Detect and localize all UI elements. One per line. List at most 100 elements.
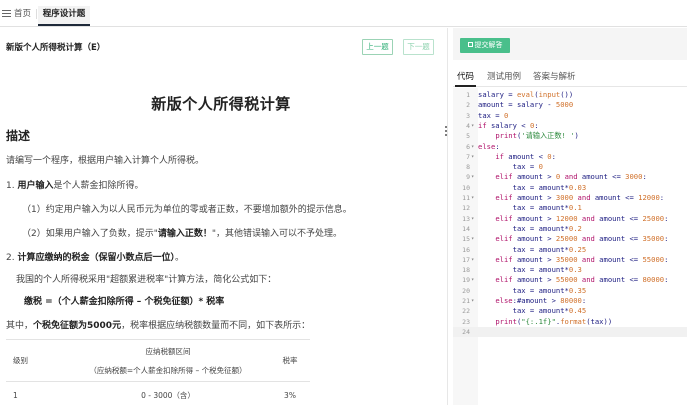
fold-arrow-icon[interactable]: ▾ <box>471 172 474 182</box>
top-tab-bar: 首页 程序设计题 <box>0 0 687 27</box>
code-text: tax = 0 <box>478 162 543 172</box>
range-subtitle: （应纳税额=个人薪金扣除所得 – 个税免征额） <box>89 365 247 375</box>
code-line[interactable]: 2 amount = salary - 5000 <box>453 100 687 110</box>
code-line[interactable]: 18 tax = amount*0.3 <box>453 265 687 275</box>
code-text: tax = amount*0.1 <box>478 203 582 213</box>
fold-arrow-icon[interactable]: ▾ <box>471 193 474 203</box>
menu-icon[interactable] <box>2 10 11 17</box>
code-text: tax = amount*0.3 <box>478 265 582 275</box>
code-line[interactable]: 15 ▾ elif amount > 25000 and amount <= 35… <box>453 234 687 244</box>
cell-level: 1 <box>6 381 66 405</box>
code-line[interactable]: 21 ▾ else:#amount > 80000: <box>453 296 687 306</box>
code-line[interactable]: 10 tax = amount*0.03 <box>453 183 687 193</box>
item-number: 1. <box>6 181 18 191</box>
rule-1-text: （1）约定用户输入为以人民币元为单位的零或者正数，不要增加额外的提示信息。 <box>22 205 352 215</box>
prev-question-button[interactable]: 上一题 <box>362 39 393 55</box>
formula-intro: 我国的个人所得税采用"超额累进税率"计算方法，简化公式如下： <box>16 275 277 285</box>
tax-formula: 缴税 =（个人薪金扣除所得 – 个税免征额）* 税率 <box>24 297 225 307</box>
code-line[interactable]: 16 tax = amount*0.25 <box>453 245 687 255</box>
tax-rate-table: 级别 应纳税额区间 （应纳税额=个人薪金扣除所得 – 个税免征额） 税率 1 0… <box>6 339 310 405</box>
tab-programming[interactable]: 程序设计题 <box>38 6 90 26</box>
fold-arrow-icon[interactable]: ▾ <box>471 275 474 285</box>
code-text: tax = amount*0.35 <box>478 285 587 295</box>
tab-test-cases[interactable]: 测试用例 <box>487 70 521 82</box>
item-bold: 用户输入 <box>17 181 54 191</box>
fold-arrow-icon[interactable]: ▾ <box>471 142 474 152</box>
tab-answer-analysis[interactable]: 答案与解析 <box>533 70 576 82</box>
code-line[interactable]: 9 ▾ elif amount > 0 and amount <= 3000: <box>453 172 687 182</box>
range-title: 应纳税额区间 <box>145 346 191 356</box>
code-line[interactable]: 19 ▾ elif amount > 55000 and amount <= 80… <box>453 275 687 285</box>
cell-range: 0 - 3000（含） <box>66 381 270 405</box>
line-number: 8 <box>466 163 470 172</box>
code-line[interactable]: 7 ▾ if amount < 0: <box>453 152 687 162</box>
item-text: 。 <box>174 253 184 263</box>
line-number: 3 <box>466 111 470 120</box>
description-text: 请编写一个程序，根据用户输入计算个人所得税。 <box>6 156 205 166</box>
line-number: 20 <box>462 286 470 295</box>
code-line[interactable]: 8 tax = 0 <box>453 162 687 172</box>
fold-arrow-icon[interactable]: ▾ <box>471 152 474 162</box>
table-header-level: 级别 <box>6 339 66 382</box>
exemption-bold: 个税免征额为5000元 <box>33 321 122 331</box>
code-text: else: <box>478 141 500 151</box>
code-line[interactable]: 5 print('请输入正数! ') <box>453 131 687 141</box>
table-header-range: 应纳税额区间 （应纳税额=个人薪金扣除所得 – 个税免征额） <box>66 339 270 382</box>
fold-arrow-icon[interactable]: ▾ <box>471 214 474 224</box>
code-text: elif amount > 35000 and amount <= 55000: <box>495 254 669 264</box>
line-number: 13 <box>462 214 470 223</box>
code-line[interactable]: 3 tax = 0 <box>453 111 687 121</box>
code-text: else:#amount > 80000: <box>495 296 587 305</box>
code-text: print('请输入正数! ') <box>495 131 579 141</box>
line-number: 2 <box>466 101 470 110</box>
table-header-rate: 税率 <box>270 339 310 382</box>
code-line[interactable]: 13 ▾ elif amount > 12000 and amount <= 25… <box>453 214 687 224</box>
line-number: 14 <box>462 224 470 233</box>
tab-home-label: 首页 <box>14 9 32 19</box>
code-text: if salary < 0: <box>478 120 539 130</box>
next-question-button[interactable]: 下一题 <box>403 39 434 55</box>
code-toolbar: 提交解答 <box>453 28 687 60</box>
code-line[interactable]: 17 ▾ elif amount > 35000 and amount <= 55… <box>453 255 687 265</box>
code-text: elif amount > 25000 and amount <= 35000: <box>495 234 669 244</box>
rule-2-part: "，其他错误输入可以不予处理。 <box>211 229 343 239</box>
fold-arrow-icon[interactable]: ▾ <box>471 121 474 131</box>
submit-answer-button[interactable]: 提交解答 <box>460 38 510 53</box>
code-text: tax = amount*0.2 <box>478 223 582 233</box>
code-line[interactable]: 4 ▾ if salary < 0: <box>453 121 687 131</box>
line-number: 1 <box>466 91 470 99</box>
code-editor[interactable]: 1 salary = eval(input()) 2 amount = salary … <box>453 88 687 405</box>
code-tabs: 代码 测试用例 答案与解析 <box>453 65 687 87</box>
code-text: if amount < 0: <box>495 151 556 161</box>
code-text: tax = 0 <box>478 110 509 120</box>
item-tax-calc: 2. 计算应缴纳的税金（保留小数点后一位）。 <box>6 250 184 263</box>
code-line[interactable]: 6 ▾ else: <box>453 142 687 152</box>
exemption-text: 其中，个税免征额为5000元，税率根据应纳税额数量而不同，如下表所示： <box>6 318 310 331</box>
exemption-part: ，税率根据应纳税额数量而不同，如下表所示： <box>121 321 311 331</box>
tab-code[interactable]: 代码 <box>454 70 477 87</box>
code-line[interactable]: 23 print("{:.1f}".format(tax)) <box>453 317 687 327</box>
line-number: 24 <box>462 327 470 336</box>
tab-home[interactable]: 首页 <box>2 6 31 26</box>
code-line[interactable]: 11 ▾ elif amount > 3000 and amount <= 120… <box>453 193 687 203</box>
line-number: 19 <box>462 276 470 285</box>
code-line[interactable]: 22 tax = amount*0.45 <box>453 306 687 316</box>
drag-handle-icon[interactable] <box>445 126 448 138</box>
line-number: 5 <box>466 132 470 141</box>
rule-2-bold: 请输入正数！ <box>157 229 212 239</box>
code-pane: 提交解答 代码 测试用例 答案与解析 1 salary = eval(input(… <box>453 28 687 405</box>
line-number: 18 <box>462 266 470 275</box>
fold-arrow-icon[interactable]: ▾ <box>471 234 474 244</box>
code-line[interactable]: 24 <box>453 326 687 338</box>
code-line[interactable]: 1 salary = eval(input()) <box>453 90 687 100</box>
code-line[interactable]: 20 tax = amount*0.35 <box>453 286 687 296</box>
fold-arrow-icon[interactable]: ▾ <box>471 296 474 306</box>
code-line[interactable]: 12 tax = amount*0.1 <box>453 203 687 213</box>
rule-2-text: （2）如果用户输入了负数，提示"请输入正数！"，其他错误输入可以不予处理。 <box>22 226 342 239</box>
fold-arrow-icon[interactable]: ▾ <box>471 255 474 265</box>
problem-pane: 新版个人所得税计算（E） 上一题 下一题 新版个人所得税计算 描述 请编写一个程… <box>0 28 442 405</box>
line-number: 11 <box>462 194 470 202</box>
code-text: elif amount > 12000 and amount <= 25000: <box>495 213 669 223</box>
line-number: 23 <box>462 317 470 326</box>
code-line[interactable]: 14 tax = amount*0.2 <box>453 224 687 234</box>
